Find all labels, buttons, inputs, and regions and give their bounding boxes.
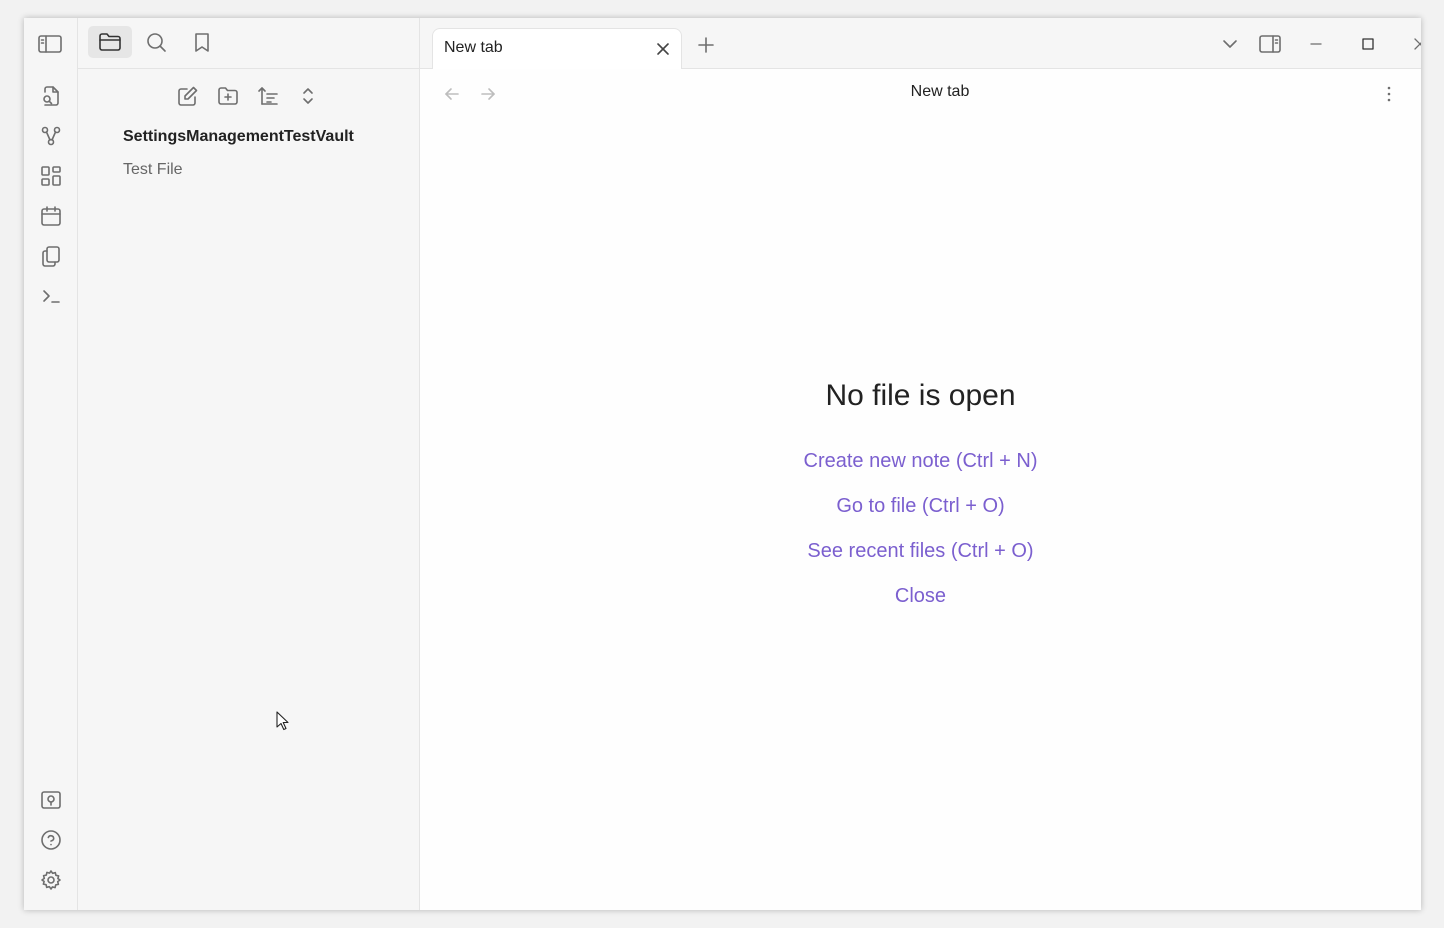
view-header-title: New tab <box>910 83 970 100</box>
left-ribbon <box>24 18 78 910</box>
toggle-right-sidebar-icon[interactable] <box>1254 30 1286 58</box>
vault-switcher-icon[interactable] <box>35 786 67 814</box>
daily-note-icon[interactable] <box>35 202 67 230</box>
tab-list-chevron-down-icon[interactable] <box>1216 30 1244 58</box>
new-note-icon[interactable] <box>172 82 204 110</box>
help-icon[interactable] <box>35 826 67 854</box>
tab-label: New tab <box>444 39 503 56</box>
create-new-note-link[interactable]: Create new note (Ctrl + N) <box>420 443 1421 488</box>
close-tab-icon[interactable] <box>651 37 675 61</box>
tab-bar: New tab <box>420 18 1421 70</box>
sort-icon[interactable] <box>252 82 284 110</box>
more-options-icon[interactable] <box>1376 81 1402 107</box>
minimize-icon[interactable] <box>1302 30 1330 58</box>
toggle-sidebar-icon[interactable] <box>34 30 66 58</box>
go-to-file-link[interactable]: Go to file (Ctrl + O) <box>420 488 1421 533</box>
vault-name[interactable]: SettingsManagementTestVault <box>123 128 354 146</box>
command-palette-icon[interactable] <box>35 282 67 310</box>
see-recent-files-link[interactable]: See recent files (Ctrl + O) <box>420 533 1421 578</box>
collapse-icon[interactable] <box>292 82 324 110</box>
file-item-test-file[interactable]: Test File <box>123 161 183 179</box>
close-link[interactable]: Close <box>420 578 1421 623</box>
graph-view-icon[interactable] <box>35 122 67 150</box>
bookmark-icon[interactable] <box>186 28 218 56</box>
mouse-cursor-icon <box>276 711 290 731</box>
settings-icon[interactable] <box>35 866 67 894</box>
tab-new-tab[interactable]: New tab <box>432 28 682 70</box>
maximize-icon[interactable] <box>1354 30 1382 58</box>
empty-state-title: No file is open <box>825 379 1016 412</box>
folder-icon[interactable] <box>94 28 126 56</box>
app-window: SettingsManagementTestVault Test File Ne… <box>24 18 1421 910</box>
canvas-icon[interactable] <box>35 162 67 190</box>
new-folder-icon[interactable] <box>212 82 244 110</box>
close-window-icon[interactable] <box>1406 30 1421 58</box>
sidebar-tab-header <box>78 18 420 69</box>
main-view: New tab No file is open Create new note … <box>420 69 1421 910</box>
file-explorer-panel: SettingsManagementTestVault Test File <box>78 18 420 910</box>
empty-state: No file is open Create new note (Ctrl + … <box>420 379 1421 623</box>
quick-switcher-icon[interactable] <box>35 82 67 110</box>
new-tab-icon[interactable] <box>692 31 720 59</box>
templates-icon[interactable] <box>35 242 67 270</box>
search-icon[interactable] <box>140 28 172 56</box>
